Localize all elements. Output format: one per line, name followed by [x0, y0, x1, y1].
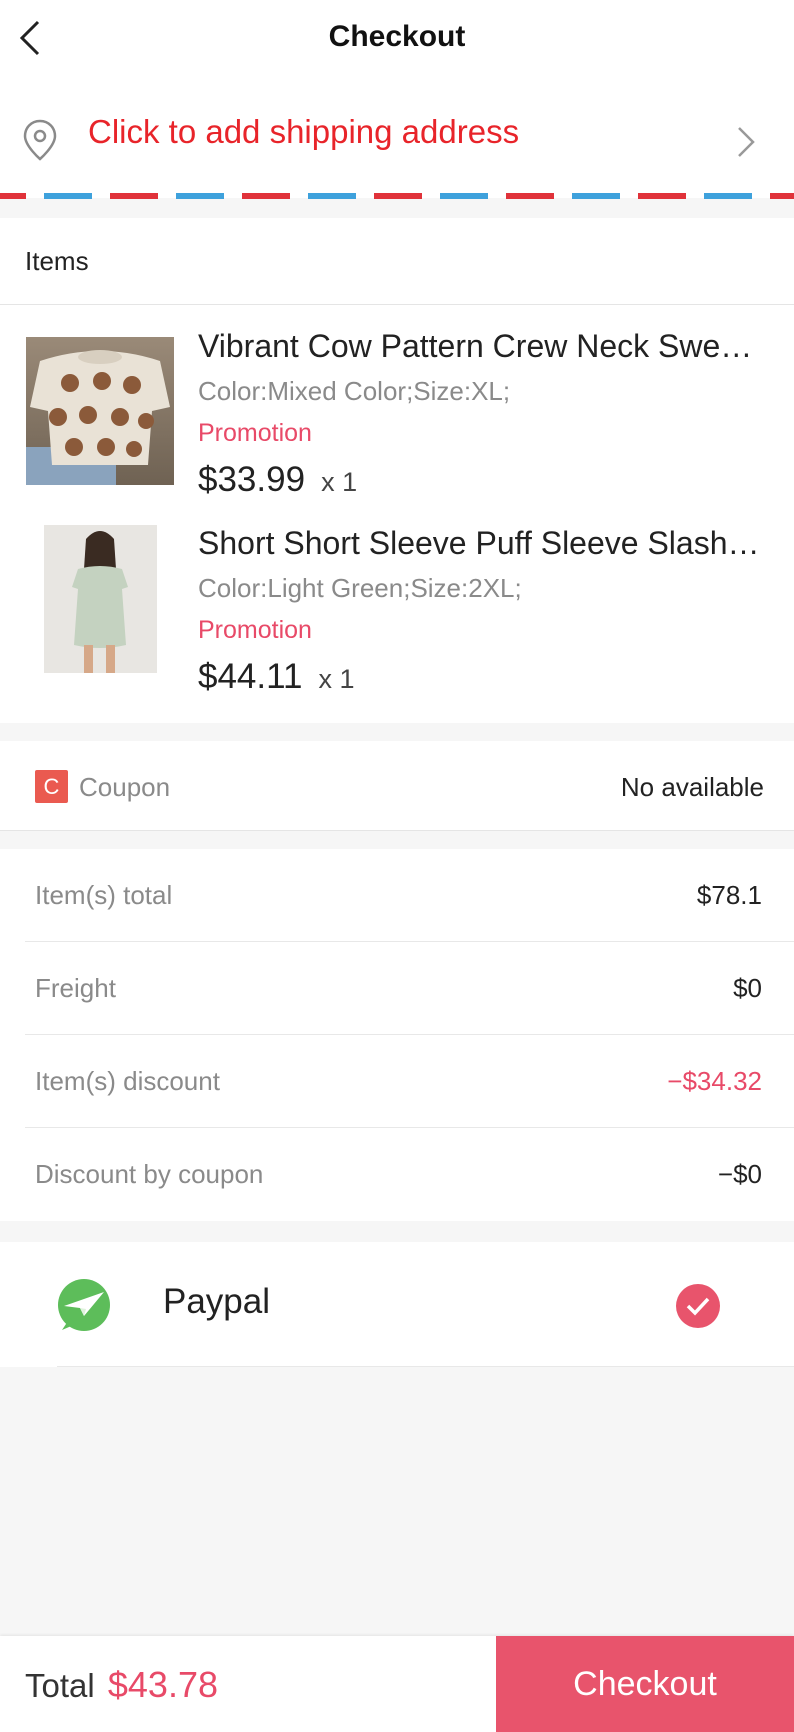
checkout-bar: Total $43.78 Checkout	[0, 1636, 794, 1732]
payment-method-paypal[interactable]: Paypal	[0, 1242, 794, 1367]
price-value: $44.11	[198, 657, 303, 696]
summary-row-items-total: Item(s) total $78.1	[0, 849, 794, 942]
order-total: Total $43.78	[25, 1664, 218, 1706]
summary-value: $78.1	[696, 880, 762, 910]
promotion-tag: Promotion	[198, 616, 312, 644]
items-section: Items Vibrant Cow Pattern Crew Neck Swea…	[0, 218, 794, 723]
total-label: Total	[25, 1667, 95, 1704]
coupon-row[interactable]: C Coupon No available	[0, 741, 794, 831]
product-price: $33.99 x 1	[198, 460, 357, 500]
header-bar: Checkout	[0, 0, 794, 76]
summary-value: −$34.32	[667, 1066, 762, 1096]
summary-label: Discount by coupon	[35, 1159, 264, 1189]
product-image-dress[interactable]	[44, 525, 157, 673]
divider	[57, 1366, 794, 1367]
order-summary: Item(s) total $78.1 Freight $0 Item(s) d…	[0, 849, 794, 1221]
summary-value: −$0	[717, 1159, 762, 1189]
total-amount: $43.78	[107, 1664, 218, 1705]
product-item[interactable]: Short Short Sleeve Puff Sleeve Slash Nec…	[0, 525, 794, 705]
summary-row-item-discount: Item(s) discount −$34.32	[0, 1035, 794, 1128]
chevron-right-icon	[738, 127, 755, 157]
coupon-label: Coupon	[79, 772, 171, 802]
checkout-button[interactable]: Checkout	[496, 1636, 794, 1732]
add-address-prompt[interactable]: Click to add shipping address	[88, 113, 519, 151]
shipping-address-row[interactable]: Click to add shipping address	[0, 76, 794, 198]
promotion-tag: Promotion	[198, 419, 312, 447]
coupon-icon: C	[35, 770, 68, 803]
summary-label: Freight	[35, 973, 116, 1003]
summary-value: $0	[733, 973, 762, 1003]
product-variant: Color:Light Green;Size:2XL;	[198, 573, 522, 603]
items-heading: Items	[25, 246, 89, 276]
summary-label: Item(s) total	[35, 880, 173, 910]
quantity: x 1	[321, 467, 358, 497]
selected-check-icon[interactable]	[675, 1283, 721, 1329]
paypal-icon	[58, 1279, 110, 1331]
product-price: $44.11 x 1	[198, 657, 354, 697]
product-image-sweatshirt[interactable]	[26, 337, 174, 485]
location-pin-icon	[23, 119, 57, 161]
product-name[interactable]: Short Short Sleeve Puff Sleeve Slash Nec…	[198, 525, 760, 562]
page-title: Checkout	[328, 20, 466, 53]
product-variant: Color:Mixed Color;Size:XL;	[198, 376, 511, 406]
airmail-border	[0, 193, 794, 199]
divider	[0, 830, 794, 831]
divider	[0, 304, 794, 305]
summary-label: Item(s) discount	[35, 1066, 220, 1096]
coupon-value[interactable]: No available	[621, 772, 764, 803]
price-value: $33.99	[198, 460, 306, 499]
summary-row-coupon-discount: Discount by coupon −$0	[0, 1128, 794, 1221]
summary-row-freight: Freight $0	[0, 942, 794, 1035]
quantity: x 1	[318, 664, 355, 694]
product-item[interactable]: Vibrant Cow Pattern Crew Neck Sweatshirt…	[0, 328, 794, 508]
payment-method-label: Paypal	[163, 1282, 271, 1321]
product-name[interactable]: Vibrant Cow Pattern Crew Neck Sweatshirt	[198, 328, 760, 365]
